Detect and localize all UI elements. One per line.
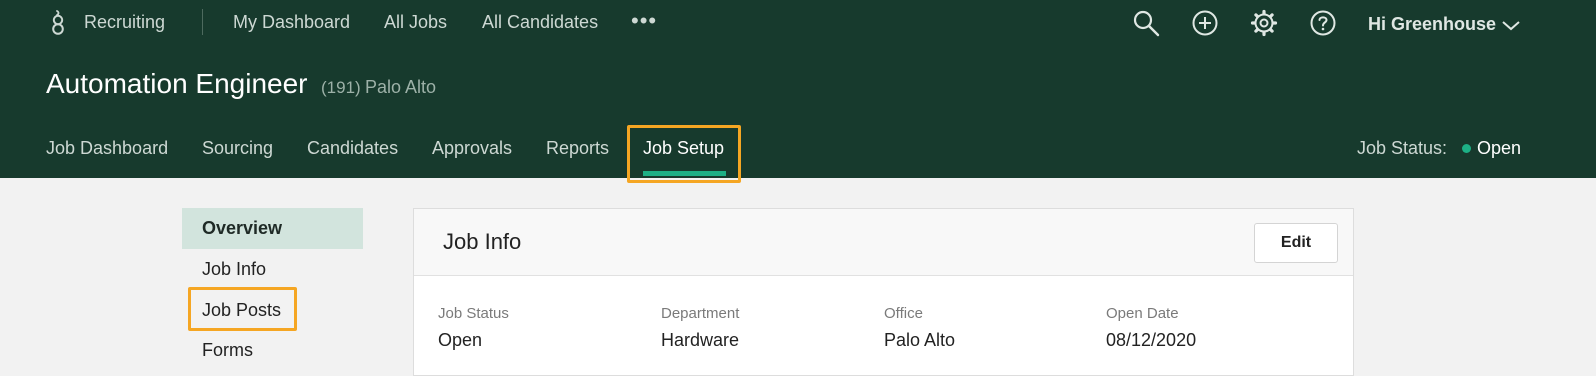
sidebar-item-forms[interactable]: Forms xyxy=(182,330,363,371)
tab-sourcing[interactable]: Sourcing xyxy=(202,138,273,159)
tab-candidates[interactable]: Candidates xyxy=(307,138,398,159)
tab-reports[interactable]: Reports xyxy=(546,138,609,159)
job-location: Palo Alto xyxy=(365,77,437,97)
job-candidate-count: (191) xyxy=(321,78,361,97)
nav-divider xyxy=(202,9,203,35)
help-icon[interactable] xyxy=(1309,9,1337,37)
field-label-department: Department xyxy=(661,305,740,322)
card-title: Job Info xyxy=(443,229,522,254)
job-setup-highlight xyxy=(627,125,741,183)
field-label-open-date: Open Date xyxy=(1106,305,1179,322)
field-label-office: Office xyxy=(884,305,923,322)
chevron-down-icon[interactable] xyxy=(1500,17,1522,33)
status-dot xyxy=(1462,144,1471,153)
job-info-card: Job Info Edit Job Status Open Department… xyxy=(413,208,1354,376)
job-status-value: Open xyxy=(1477,138,1522,158)
job-status-label: Job Status: xyxy=(1357,138,1448,158)
edit-button[interactable]: Edit xyxy=(1254,223,1338,263)
nav-all-jobs[interactable]: All Jobs xyxy=(384,12,447,33)
sidebar-item-overview[interactable]: Overview xyxy=(182,208,363,249)
greenhouse-logo-icon[interactable] xyxy=(50,9,66,35)
top-nav: Recruiting My Dashboard All Jobs All Can… xyxy=(0,0,1596,46)
sidebar-item-job-info[interactable]: Job Info xyxy=(182,249,363,290)
job-header: Recruiting My Dashboard All Jobs All Can… xyxy=(0,0,1596,183)
card-header: Job Info Edit xyxy=(414,209,1353,276)
nav-all-candidates[interactable]: All Candidates xyxy=(482,12,598,33)
gear-icon[interactable] xyxy=(1250,9,1278,37)
user-menu-greeting[interactable]: Hi Greenhouse xyxy=(1368,14,1496,35)
job-title: Automation Engineer xyxy=(46,68,308,99)
search-icon[interactable] xyxy=(1132,9,1160,37)
job-posts-highlight xyxy=(188,287,297,331)
field-value-department: Hardware xyxy=(661,330,740,350)
field-value-open-date: 08/12/2020 xyxy=(1106,330,1197,350)
ellipsis-icon[interactable]: ••• xyxy=(631,8,657,34)
field-value-office: Palo Alto xyxy=(884,330,956,350)
field-label-job-status: Job Status xyxy=(438,305,509,322)
tab-job-dashboard[interactable]: Job Dashboard xyxy=(46,138,168,159)
add-icon[interactable] xyxy=(1191,9,1219,37)
nav-my-dashboard[interactable]: My Dashboard xyxy=(233,12,350,33)
app-name[interactable]: Recruiting xyxy=(84,12,165,33)
tab-approvals[interactable]: Approvals xyxy=(432,138,512,159)
field-value-job-status: Open xyxy=(438,330,483,350)
